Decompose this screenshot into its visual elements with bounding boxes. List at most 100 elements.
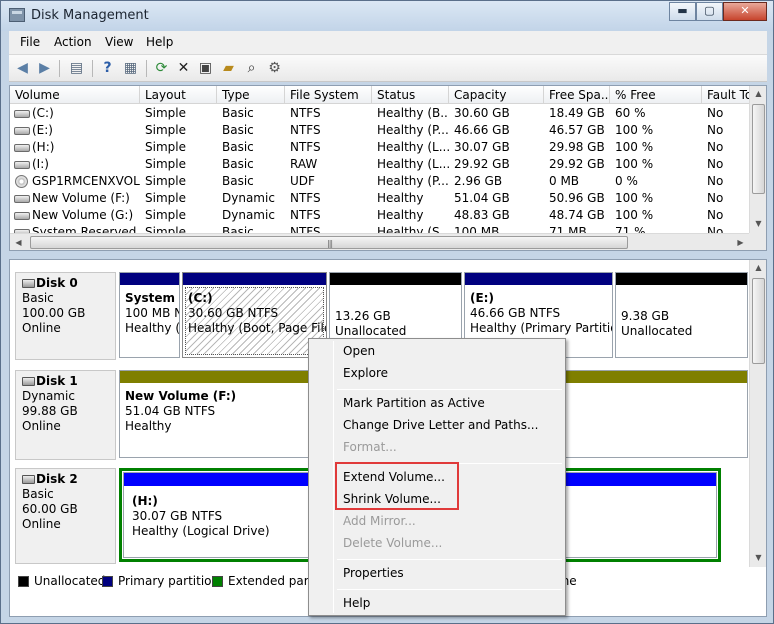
table-cell: Simple xyxy=(145,123,186,137)
properties-icon[interactable]: ▣ xyxy=(196,59,215,78)
search-icon[interactable]: ⌕ xyxy=(242,59,261,78)
forward-arrow-icon[interactable]: ▶ xyxy=(35,59,54,78)
table-cell: Healthy (B... xyxy=(377,106,449,120)
scrollbar-thumb[interactable] xyxy=(752,278,765,364)
table-cell: New Volume (F:) xyxy=(10,190,140,207)
close-button[interactable]: ✕ xyxy=(723,2,767,21)
table-cell: NTFS xyxy=(290,140,321,154)
volume-list-horizontal-scrollbar[interactable]: ◀ ||| ▶ xyxy=(10,233,750,250)
column-header-fault-tolerance[interactable]: Fault To xyxy=(702,86,750,104)
drive-icon xyxy=(14,110,30,118)
legend-extended-partition: Extended partit xyxy=(212,574,321,588)
graphical-view-vertical-scrollbar[interactable]: ▲ ▼ xyxy=(749,260,766,567)
highlight-annotation-box xyxy=(335,462,459,510)
column-header-status[interactable]: Status xyxy=(372,86,449,104)
table-cell: 0 % xyxy=(615,174,638,188)
drive-icon xyxy=(14,212,30,220)
table-cell: New Volume (G:) xyxy=(10,207,140,224)
delete-icon[interactable]: ✕ xyxy=(174,59,193,78)
back-arrow-icon[interactable]: ◀ xyxy=(13,59,32,78)
context-format: Format... xyxy=(343,440,397,454)
open-folder-icon[interactable]: ▰ xyxy=(219,59,238,78)
context-properties[interactable]: Properties xyxy=(343,566,404,580)
table-cell: NTFS xyxy=(290,106,321,120)
volume-list-header: Volume Layout Type File System Status Ca… xyxy=(10,86,750,104)
column-header-percent-free[interactable]: % Free xyxy=(610,86,702,104)
table-cell: NTFS xyxy=(290,191,321,205)
scrollbar-thumb[interactable] xyxy=(752,104,765,194)
table-cell: No xyxy=(707,191,724,205)
disk-0-label[interactable]: Disk 0 Basic 100.00 GB Online xyxy=(15,272,116,360)
column-header-capacity[interactable]: Capacity xyxy=(449,86,544,104)
drive-icon xyxy=(14,127,30,135)
minimize-button[interactable]: ▬ xyxy=(669,2,696,21)
table-row[interactable]: (I:) Simple Basic RAW Healthy (L... 29.92 GB 2… xyxy=(10,156,750,173)
table-cell: Basic xyxy=(222,157,254,171)
table-cell: 29.98 GB xyxy=(549,140,605,154)
disk-2-type: Basic xyxy=(22,487,54,501)
menu-action[interactable]: Action xyxy=(54,35,92,49)
scroll-up-arrow-icon[interactable]: ▲ xyxy=(750,89,767,98)
table-cell: Basic xyxy=(222,140,254,154)
table-cell: Simple xyxy=(145,208,186,222)
volume-list-vertical-scrollbar[interactable]: ▲ ▼ xyxy=(749,86,766,233)
table-cell: UDF xyxy=(290,174,315,188)
horizontal-scrollbar-thumb[interactable]: ||| xyxy=(30,236,628,249)
menu-help[interactable]: Help xyxy=(146,35,173,49)
table-row[interactable]: (E:) Simple Basic NTFS Healthy (P... 46.66 GB… xyxy=(10,122,750,139)
column-header-volume[interactable]: Volume xyxy=(10,86,140,104)
console-tree-icon[interactable]: ▤ xyxy=(67,59,86,78)
column-header-layout[interactable]: Layout xyxy=(140,86,217,104)
table-row[interactable]: (C:) Simple Basic NTFS Healthy (B... 30.60 GB… xyxy=(10,105,750,122)
properties-panel-icon[interactable]: ▦ xyxy=(121,59,140,78)
menu-file[interactable]: File xyxy=(20,35,40,49)
scroll-left-arrow-icon[interactable]: ◀ xyxy=(10,238,27,247)
disk-1-label[interactable]: Disk 1 Dynamic 99.88 GB Online xyxy=(15,370,116,460)
context-change-drive-letter[interactable]: Change Drive Letter and Paths... xyxy=(343,418,538,432)
scroll-right-arrow-icon[interactable]: ▶ xyxy=(732,238,749,247)
partition-c-drive[interactable]: (C:) 30.60 GB NTFS Healthy (Boot, Page Fil… xyxy=(182,272,327,358)
column-header-file-system[interactable]: File System xyxy=(285,86,372,104)
disk-1-status: Online xyxy=(22,419,61,433)
table-cell: Healthy xyxy=(377,208,424,222)
scroll-down-arrow-icon[interactable]: ▼ xyxy=(750,553,767,562)
table-cell: Healthy (L... xyxy=(377,140,449,154)
column-header-type[interactable]: Type xyxy=(217,86,285,104)
table-row[interactable]: New Volume (F:) Simple Dynamic NTFS Healthy 5… xyxy=(10,190,750,207)
disk-0-name: Disk 0 xyxy=(22,276,115,291)
table-cell: 100 % xyxy=(615,208,654,222)
table-cell: GSP1RMCENXVOL... xyxy=(10,173,140,190)
table-row[interactable]: GSP1RMCENXVOL... Simple Basic UDF Healthy (P… xyxy=(10,173,750,190)
table-row[interactable]: (H:) Simple Basic NTFS Healthy (L... 30.07 GB… xyxy=(10,139,750,156)
scroll-down-arrow-icon[interactable]: ▼ xyxy=(750,219,767,228)
title-bar[interactable]: Disk Management ▬ ▢ ✕ xyxy=(1,1,773,31)
partition-system-reserved[interactable]: System R100 MB NHealthy ( xyxy=(119,272,180,358)
table-cell: Dynamic xyxy=(222,191,275,205)
table-row[interactable]: New Volume (G:) Simple Dynamic NTFS Healthy 4… xyxy=(10,207,750,224)
table-cell: NTFS xyxy=(290,208,321,222)
disk-2-label[interactable]: Disk 2 Basic 60.00 GB Online xyxy=(15,468,116,564)
menu-view[interactable]: View xyxy=(105,35,133,49)
maximize-button[interactable]: ▢ xyxy=(696,2,723,21)
partition-unallocated-2[interactable]: 9.38 GB Unallocated xyxy=(615,272,748,358)
table-cell: Simple xyxy=(145,157,186,171)
table-cell: No xyxy=(707,140,724,154)
context-mark-partition-active[interactable]: Mark Partition as Active xyxy=(343,396,485,410)
settings-icon[interactable]: ⚙ xyxy=(265,59,284,78)
table-cell: No xyxy=(707,208,724,222)
scroll-up-arrow-icon[interactable]: ▲ xyxy=(750,263,767,272)
disk-2-status: Online xyxy=(22,517,61,531)
disk-management-window: Disk Management ▬ ▢ ✕ File Action View H… xyxy=(0,0,774,624)
help-icon[interactable]: ? xyxy=(98,59,117,78)
context-help[interactable]: Help xyxy=(343,596,370,610)
refresh-icon[interactable]: ⟳ xyxy=(152,59,171,78)
disk-0-status: Online xyxy=(22,321,61,335)
context-open[interactable]: Open xyxy=(343,344,375,358)
table-cell: Basic xyxy=(222,123,254,137)
table-cell: No xyxy=(707,157,724,171)
table-cell: 48.83 GB xyxy=(454,208,510,222)
column-header-free-space[interactable]: Free Spa... xyxy=(544,86,610,104)
table-cell: 48.74 GB xyxy=(549,208,605,222)
context-explore[interactable]: Explore xyxy=(343,366,388,380)
table-cell: 46.66 GB xyxy=(454,123,510,137)
